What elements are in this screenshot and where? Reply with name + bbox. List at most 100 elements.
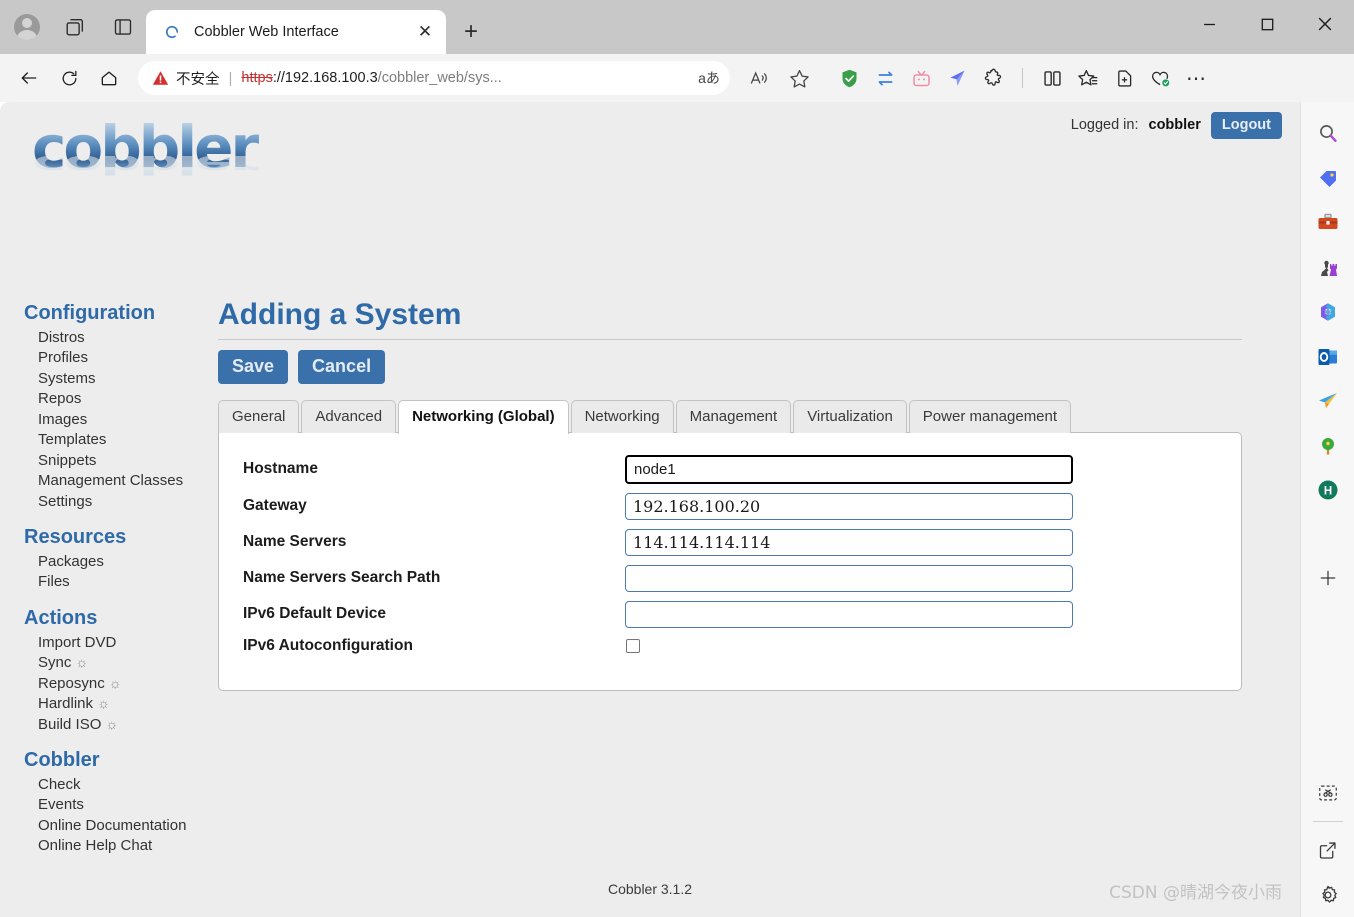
sidebar-item-snippets[interactable]: Snippets bbox=[24, 451, 224, 471]
sidebar-item-files[interactable]: Files bbox=[24, 572, 224, 592]
cobbler-logo[interactable]: cobbler cobbler bbox=[32, 118, 262, 198]
logout-button[interactable]: Logout bbox=[1210, 112, 1282, 139]
tab-actions-icon[interactable] bbox=[104, 8, 142, 46]
favorite-star-icon[interactable] bbox=[780, 59, 818, 97]
ipv6-autoconfiguration-checkbox[interactable] bbox=[626, 638, 640, 653]
minimize-icon[interactable] bbox=[1180, 0, 1238, 48]
sidebar-item-systems[interactable]: Systems bbox=[24, 369, 224, 389]
toolbox-icon[interactable] bbox=[1308, 201, 1348, 245]
browser-essentials-icon[interactable] bbox=[1145, 63, 1175, 93]
cobbler-page: Logged in: cobbler Logout cobbler cobble… bbox=[0, 102, 1300, 917]
name-servers-label: Name Servers bbox=[243, 533, 347, 551]
sidebar-item-templates[interactable]: Templates bbox=[24, 430, 224, 450]
page-footer: Cobbler 3.1.2 bbox=[607, 881, 693, 897]
field-row-gateway: Gateway bbox=[243, 492, 1217, 520]
read-aloud-icon[interactable] bbox=[740, 59, 778, 97]
settings-gear-icon[interactable] bbox=[1308, 873, 1348, 917]
screenshot-icon[interactable] bbox=[1308, 771, 1348, 815]
insecure-label: 不安全 bbox=[176, 71, 220, 88]
window-close-icon[interactable] bbox=[1296, 0, 1354, 48]
sidebar-item-hardlink[interactable]: Hardlink ☼ bbox=[24, 694, 224, 714]
browser-toolbar: 不安全 | https ://192.168.100.3 /cobbler_we… bbox=[0, 54, 1354, 102]
h-circle-icon[interactable]: H bbox=[1308, 468, 1348, 512]
sidebar-item-reposync[interactable]: Reposync ☼ bbox=[24, 674, 224, 694]
sidebar-item-images[interactable]: Images bbox=[24, 410, 224, 430]
sidebar-item-import-dvd[interactable]: Import DVD bbox=[24, 633, 224, 653]
extension-icons: ⋯ bbox=[834, 63, 1211, 93]
address-bar[interactable]: 不安全 | https ://192.168.100.3 /cobbler_we… bbox=[138, 61, 730, 95]
sidebar-item-online-help-chat[interactable]: Online Help Chat bbox=[24, 836, 224, 856]
translate-icon[interactable]: aあ bbox=[694, 64, 724, 92]
tab-networking-global[interactable]: Networking (Global) bbox=[398, 399, 569, 434]
gear-icon: ☼ bbox=[75, 654, 89, 671]
hostname-input[interactable] bbox=[625, 454, 1073, 484]
sidebar-item-events[interactable]: Events bbox=[24, 795, 224, 815]
home-icon[interactable] bbox=[90, 59, 128, 97]
name-servers-search-path-label: Name Servers Search Path bbox=[243, 569, 441, 587]
reload-icon[interactable] bbox=[50, 59, 88, 97]
sidebar-item-label: Hardlink bbox=[38, 695, 94, 713]
microsoft-365-icon[interactable] bbox=[1308, 290, 1348, 334]
page-title: Adding a System bbox=[218, 298, 462, 331]
toolbar-divider bbox=[1022, 68, 1023, 88]
puzzle-piece-icon[interactable] bbox=[978, 63, 1008, 93]
sidebar-item-online-documentation[interactable]: Online Documentation bbox=[24, 816, 224, 836]
outlook-icon[interactable] bbox=[1308, 334, 1348, 378]
adguard-shield-icon[interactable] bbox=[834, 63, 864, 93]
telegram-icon[interactable] bbox=[1308, 379, 1348, 423]
add-to-collection-icon[interactable] bbox=[1109, 63, 1139, 93]
sync-arrows-icon[interactable] bbox=[870, 63, 900, 93]
tab-power-management[interactable]: Power management bbox=[908, 399, 1072, 433]
add-icon[interactable] bbox=[1308, 556, 1348, 600]
sidebar-item-build-iso[interactable]: Build ISO ☼ bbox=[24, 715, 224, 735]
sidebar-heading-resources: Resources bbox=[24, 525, 127, 548]
new-tab-button[interactable]: + bbox=[454, 15, 488, 49]
name-servers-input[interactable] bbox=[625, 528, 1073, 556]
more-options-icon[interactable]: ⋯ bbox=[1181, 63, 1211, 93]
name-servers-search-path-input[interactable] bbox=[625, 564, 1073, 592]
sidebar-nav: Configuration Distros Profiles Systems R… bbox=[24, 302, 224, 871]
page-viewport: Logged in: cobbler Logout cobbler cobble… bbox=[0, 102, 1354, 917]
ipv6-default-device-input[interactable] bbox=[625, 600, 1073, 628]
browser-tab[interactable]: Cobbler Web Interface ✕ bbox=[146, 10, 446, 54]
workspaces-icon[interactable] bbox=[56, 8, 94, 46]
save-button[interactable]: Save bbox=[218, 350, 289, 384]
games-icon[interactable] bbox=[1308, 245, 1348, 289]
tab-advanced[interactable]: Advanced bbox=[301, 399, 397, 433]
sidebar-item-distros[interactable]: Distros bbox=[24, 328, 224, 348]
open-in-new-icon[interactable] bbox=[1308, 828, 1348, 872]
sidebar-item-settings[interactable]: Settings bbox=[24, 492, 224, 512]
search-icon[interactable] bbox=[1308, 112, 1348, 156]
sidebar-item-packages[interactable]: Packages bbox=[24, 552, 224, 572]
field-row-name-servers: Name Servers bbox=[243, 528, 1217, 556]
close-icon[interactable]: ✕ bbox=[412, 19, 438, 45]
tree-icon[interactable] bbox=[1308, 423, 1348, 467]
maximize-icon[interactable] bbox=[1238, 0, 1296, 48]
tab-virtualization[interactable]: Virtualization bbox=[793, 399, 907, 433]
sidebar-group-configuration: Configuration Distros Profiles Systems R… bbox=[24, 302, 224, 512]
tab-general[interactable]: General bbox=[218, 399, 300, 433]
tab-networking[interactable]: Networking bbox=[570, 399, 674, 433]
split-screen-icon[interactable] bbox=[1037, 63, 1067, 93]
sidebar-divider bbox=[1312, 821, 1343, 823]
tab-management[interactable]: Management bbox=[675, 399, 792, 433]
sidebar-item-repos[interactable]: Repos bbox=[24, 389, 224, 409]
gear-icon: ☼ bbox=[105, 715, 119, 732]
avatar bbox=[14, 14, 40, 40]
gateway-input[interactable] bbox=[625, 492, 1073, 520]
tv-icon[interactable] bbox=[906, 63, 936, 93]
sidebar-item-sync[interactable]: Sync ☼ bbox=[24, 653, 224, 673]
sidebar-item-profiles[interactable]: Profiles bbox=[24, 348, 224, 368]
back-icon[interactable] bbox=[10, 59, 48, 97]
profile-avatar-button[interactable] bbox=[8, 8, 46, 46]
cancel-button[interactable]: Cancel bbox=[298, 350, 386, 384]
csdn-watermark: CSDN @晴湖今夜小雨 bbox=[1109, 883, 1282, 903]
login-status-bar: Logged in: cobbler Logout bbox=[1071, 112, 1282, 139]
collections-icon[interactable] bbox=[1073, 63, 1103, 93]
sidebar-heading-configuration: Configuration bbox=[24, 302, 156, 324]
kite-icon[interactable] bbox=[942, 63, 972, 93]
sidebar-item-management-classes[interactable]: Management Classes bbox=[24, 471, 224, 491]
window-controls bbox=[1180, 0, 1354, 54]
shopping-tag-icon[interactable] bbox=[1308, 156, 1348, 200]
sidebar-item-check[interactable]: Check bbox=[24, 775, 224, 795]
